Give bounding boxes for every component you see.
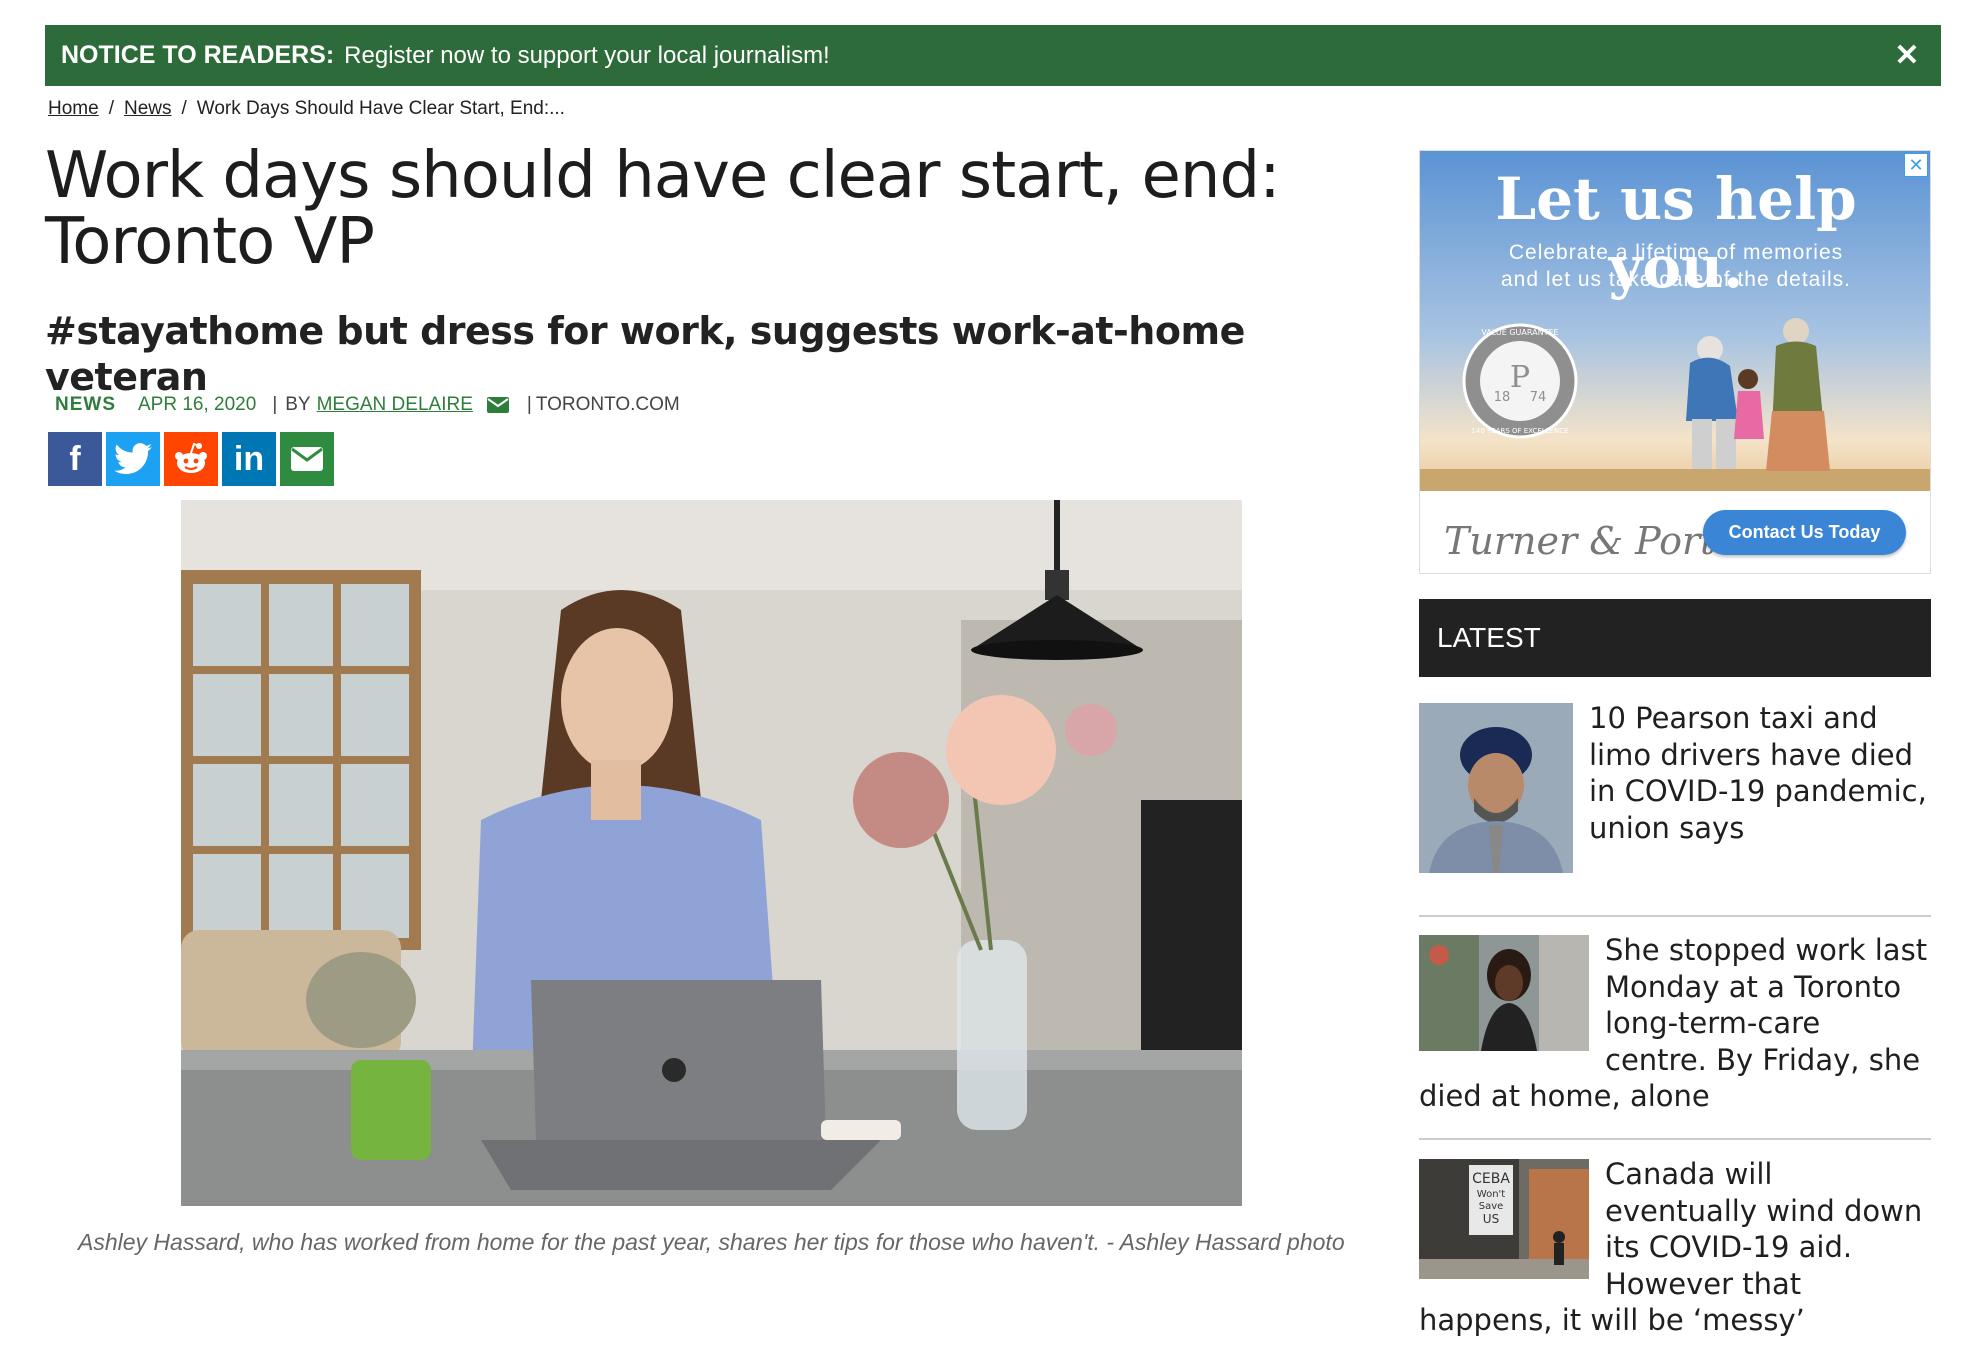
envelope-icon [291,447,323,471]
svg-text:74: 74 [1530,390,1547,405]
article-category[interactable]: NEWS [55,394,116,416]
close-icon[interactable]: ✕ [1904,153,1928,177]
notice-text[interactable]: Register now to support your local journ… [344,42,830,70]
story-thumbnail[interactable] [1419,935,1589,1051]
email-share-button[interactable] [280,432,334,486]
breadcrumb-separator: / [181,98,187,119]
breadcrumb-news[interactable]: News [124,98,172,120]
byline-prefix: BY [285,394,311,415]
share-bar: f in [48,432,334,486]
story-thumbnail[interactable] [1419,703,1573,873]
article-source: TORONTO.COM [535,394,680,415]
ad-subheadline-line: Celebrate a lifetime of memories [1508,241,1844,264]
meta-separator: | [272,394,278,415]
svg-text:VALUE GUARANTEE: VALUE GUARANTEE [1481,328,1558,337]
breadcrumb-current: Work Days Should Have Clear Start, End:.… [196,98,565,119]
twitter-share-button[interactable] [106,432,160,486]
article-meta: NEWS APR 16, 2020 | BY MEGAN DELAIRE | T… [55,394,680,416]
article-date: APR 16, 2020 [138,394,257,415]
svg-text:140 YEARS OF EXCELLENCE: 140 YEARS OF EXCELLENCE [1471,427,1568,435]
ad-subheadline-line: and let us take care of the details. [1500,268,1852,291]
divider [1419,915,1931,917]
envelope-icon[interactable] [486,397,509,413]
linkedin-icon: in [233,439,265,478]
notice-lead: NOTICE TO READERS: [61,41,335,69]
latest-story[interactable]: She stopped work last Monday at a Toront… [1419,932,1931,1115]
svg-text:18: 18 [1494,390,1511,405]
latest-story[interactable]: CEBA Won't Save US Canada will eventuall… [1419,1156,1931,1339]
breadcrumb-separator: / [108,98,114,119]
reddit-icon [175,442,207,473]
story-title[interactable]: 10 Pearson taxi and limo drivers have di… [1589,701,1927,845]
svg-text:Save: Save [1479,1201,1504,1212]
svg-text:Won't: Won't [1477,1189,1506,1200]
article-hero-image [181,500,1242,1206]
author-link[interactable]: MEGAN DELAIRE [317,394,473,416]
svg-text:US: US [1483,1212,1499,1226]
article-subheadline: #stayathome but dress for work, suggests… [45,309,1245,399]
article-headline: Work days should have clear start, end: … [45,139,1281,279]
reddit-share-button[interactable] [164,432,218,486]
notice-banner: NOTICE TO READERS: Register now to suppo… [45,25,1941,86]
meta-separator: | [526,394,532,415]
svg-text:P: P [1510,360,1530,395]
story-thumbnail[interactable]: CEBA Won't Save US [1419,1159,1589,1279]
twitter-icon [114,443,152,475]
divider [1419,1138,1931,1140]
value-guarantee-seal: P 18 74 VALUE GUARANTEE 140 YEARS OF EXC… [1462,323,1578,439]
latest-heading: LATEST [1419,599,1931,677]
svg-text:CEBA: CEBA [1472,1171,1510,1187]
linkedin-share-button[interactable]: in [222,432,276,486]
ad-subheadline: Celebrate a lifetime of memories and let… [1420,239,1930,293]
contact-us-button[interactable]: Contact Us Today [1703,510,1906,555]
facebook-share-button[interactable]: f [48,432,102,486]
image-caption: Ashley Hassard, who has worked from home… [78,1229,1345,1255]
facebook-icon: f [69,439,81,478]
breadcrumb: Home / News / Work Days Should Have Clea… [48,98,565,120]
advertisement[interactable]: Let us help you. Celebrate a lifetime of… [1419,150,1931,574]
breadcrumb-home[interactable]: Home [48,98,99,120]
latest-story[interactable]: 10 Pearson taxi and limo drivers have di… [1419,700,1931,873]
close-icon[interactable]: ✕ [1889,37,1925,73]
